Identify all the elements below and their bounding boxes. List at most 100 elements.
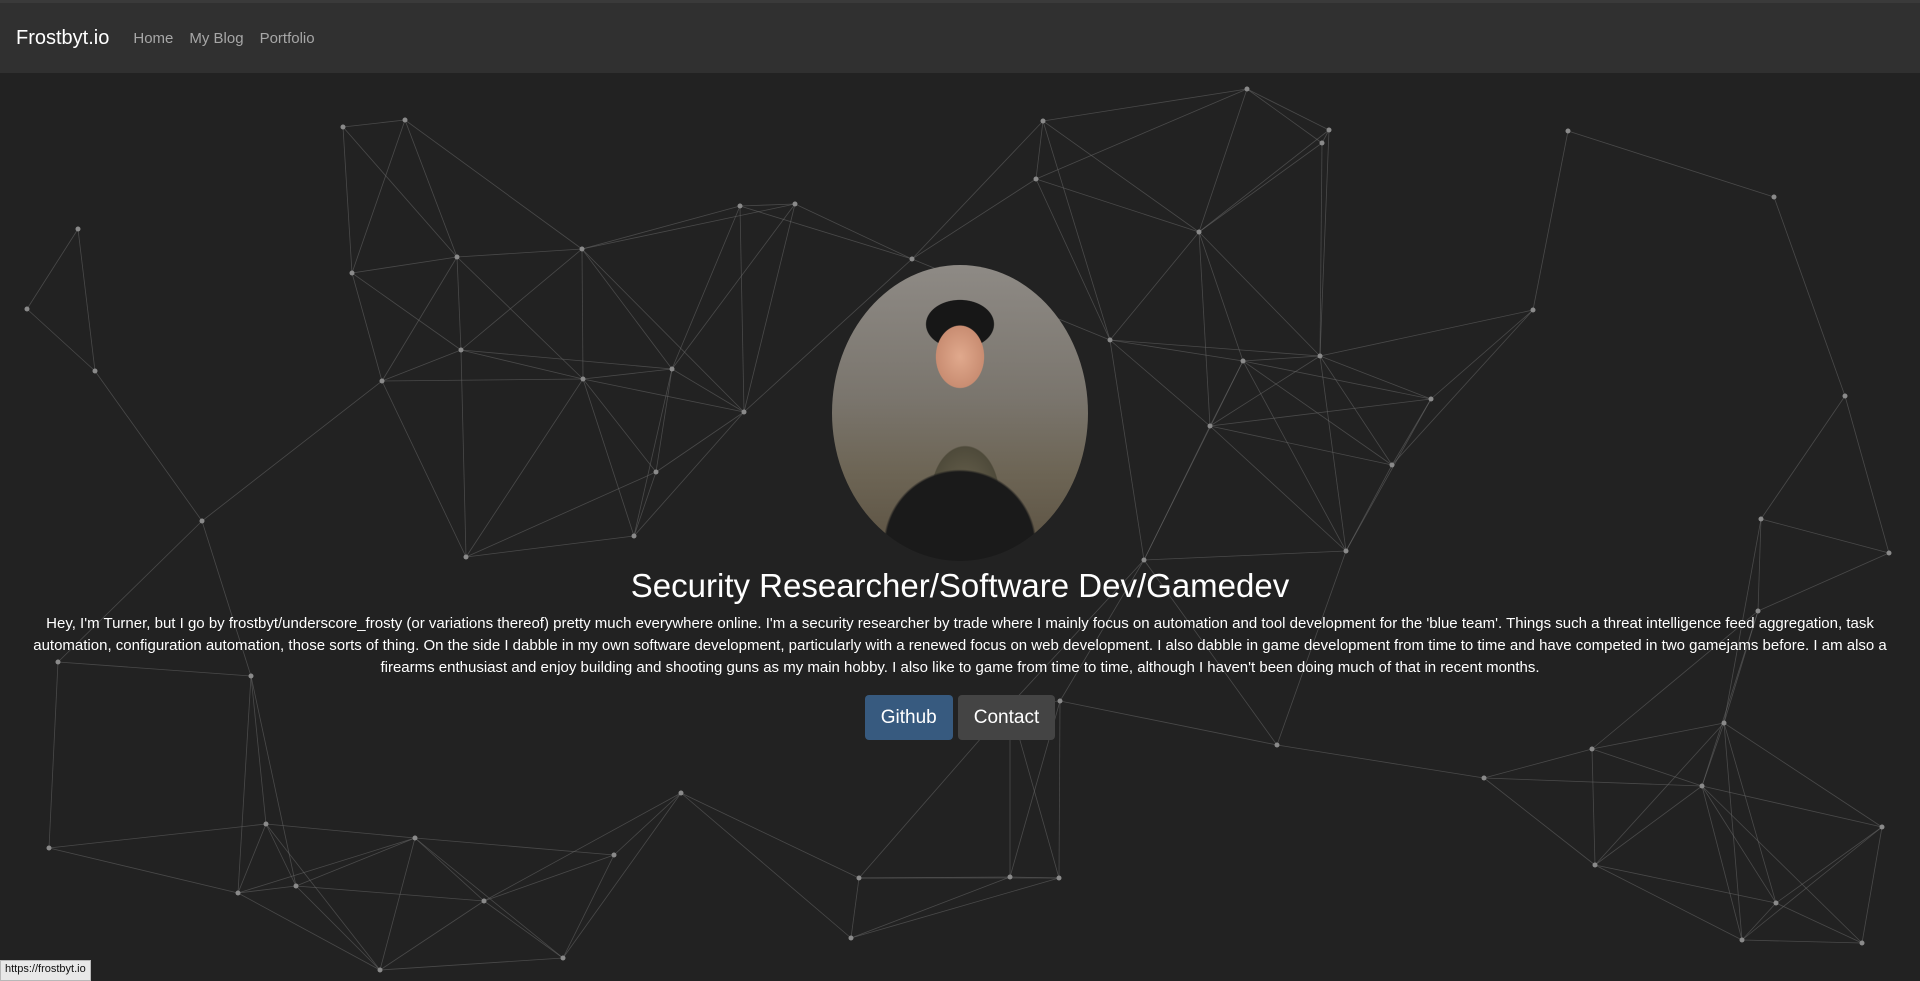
network-node — [293, 883, 299, 889]
github-button[interactable]: Github — [864, 695, 953, 740]
nav-link-my-blog[interactable]: My Blog — [189, 30, 243, 47]
network-line — [680, 792, 852, 939]
network-line — [48, 823, 267, 849]
network-node — [340, 124, 346, 130]
network-line — [1701, 785, 1777, 904]
network-node — [46, 845, 52, 851]
network-line — [1775, 826, 1883, 904]
network-line — [1276, 744, 1485, 779]
nav-link-portfolio[interactable]: Portfolio — [260, 30, 315, 47]
network-line — [1567, 130, 1775, 198]
network-node — [1033, 176, 1039, 182]
profile-photo — [832, 265, 1088, 561]
network-line — [1594, 785, 1703, 866]
network-node — [1773, 900, 1779, 906]
network-line — [265, 823, 381, 971]
network-line — [483, 900, 564, 959]
network-node — [1699, 783, 1705, 789]
hero-section: Security Researcher/Software Dev/Gamedev… — [0, 265, 1920, 740]
network-line — [1701, 785, 1863, 944]
network-line — [1035, 178, 1200, 233]
network-line — [237, 823, 267, 894]
page: Frostbyt.io Home My Blog Portfolio Secur… — [0, 0, 1920, 981]
network-line — [1246, 88, 1323, 144]
network-line — [1594, 864, 1777, 904]
network-line — [1741, 826, 1883, 941]
network-line — [1594, 864, 1743, 941]
network-line — [404, 119, 583, 250]
network-line — [483, 792, 682, 902]
network-node — [792, 201, 798, 207]
network-line — [1198, 142, 1323, 233]
network-line — [1591, 748, 1703, 787]
network-node — [1244, 86, 1250, 92]
network-node — [611, 852, 617, 858]
network-line — [342, 119, 406, 128]
network-node — [737, 203, 743, 209]
network-node — [481, 898, 487, 904]
network-node — [1196, 229, 1202, 235]
network-node — [848, 935, 854, 941]
network-node — [1565, 128, 1571, 134]
network-node — [1274, 742, 1280, 748]
network-node — [678, 790, 684, 796]
network-line — [1042, 120, 1200, 233]
network-line — [1246, 88, 1330, 131]
network-node — [1007, 874, 1013, 880]
network-node — [75, 226, 81, 232]
network-line — [1861, 826, 1883, 944]
network-line — [414, 837, 485, 902]
network-line — [351, 119, 406, 274]
link-status-bar: https://frostbyt.io — [0, 960, 91, 981]
network-node — [1319, 140, 1325, 146]
network-node — [454, 254, 460, 260]
network-line — [404, 119, 458, 258]
network-line — [581, 205, 741, 250]
network-node — [856, 875, 862, 881]
network-line — [1198, 88, 1248, 233]
network-line — [1198, 129, 1330, 233]
network-line — [911, 120, 1044, 260]
network-line — [850, 877, 1060, 939]
nav-link-home[interactable]: Home — [133, 30, 173, 47]
network-line — [342, 126, 458, 258]
network-line — [1591, 748, 1596, 866]
network-node — [1859, 940, 1865, 946]
network-node — [1592, 862, 1598, 868]
network-line — [237, 892, 381, 971]
brand-link[interactable]: Frostbyt.io — [16, 27, 109, 50]
network-node — [1326, 127, 1332, 133]
network-node — [560, 955, 566, 961]
network-line — [850, 877, 860, 939]
network-node — [1771, 194, 1777, 200]
network-line — [911, 178, 1037, 260]
network-line — [1042, 88, 1248, 122]
page-title: Security Researcher/Software Dev/Gamedev — [630, 567, 1290, 604]
navbar: Frostbyt.io Home My Blog Portfolio — [0, 3, 1920, 73]
network-node — [412, 835, 418, 841]
network-node — [263, 821, 269, 827]
network-line — [379, 957, 564, 971]
network-node — [377, 967, 383, 973]
network-line — [456, 248, 583, 258]
network-line — [1741, 939, 1863, 944]
network-node — [1589, 746, 1595, 752]
network-node — [909, 256, 915, 262]
network-node — [402, 117, 408, 123]
network-line — [794, 203, 913, 260]
network-line — [237, 837, 416, 894]
network-node — [235, 890, 241, 896]
network-line — [1035, 88, 1248, 180]
network-node — [1056, 875, 1062, 881]
network-line — [562, 792, 682, 959]
network-line — [295, 837, 416, 887]
network-line — [1741, 902, 1777, 941]
action-buttons: Github Contact — [0, 695, 1920, 740]
contact-button[interactable]: Contact — [957, 695, 1056, 740]
network-line — [342, 126, 353, 274]
network-line — [680, 792, 860, 879]
network-line — [414, 837, 564, 959]
network-line — [739, 205, 913, 260]
network-line — [1035, 120, 1044, 180]
network-node — [579, 246, 585, 252]
